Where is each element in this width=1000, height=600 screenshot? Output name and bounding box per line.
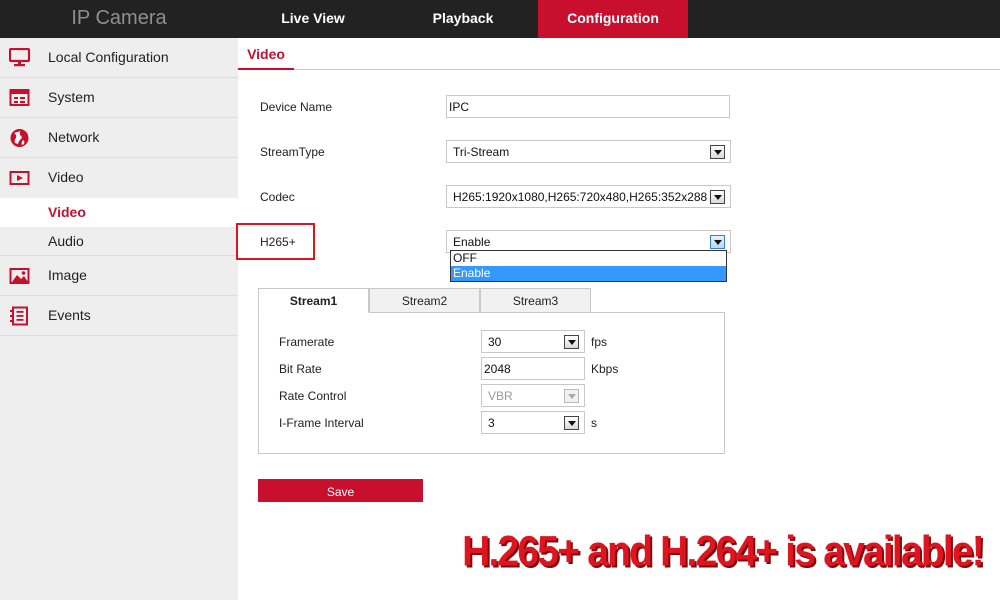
bit-rate-label: Bit Rate	[279, 362, 322, 376]
events-list-icon	[9, 306, 31, 326]
bit-rate-unit: Kbps	[591, 362, 619, 376]
iframe-interval-label: I-Frame Interval	[279, 416, 364, 430]
sidebar-item-local-configuration[interactable]: Local Configuration	[0, 38, 238, 78]
iframe-interval-select[interactable]: 3	[481, 411, 585, 434]
nav-tab-configuration[interactable]: Configuration	[538, 0, 688, 38]
sidebar: Local Configuration System Network Video…	[0, 38, 238, 600]
sidebar-item-label: Image	[48, 267, 87, 283]
sidebar-subitem-video[interactable]: Video	[0, 198, 238, 227]
sidebar-item-video[interactable]: Video	[0, 158, 238, 198]
h265plus-label: H265+	[260, 235, 296, 249]
sidebar-subitem-audio[interactable]: Audio	[0, 227, 238, 256]
chevron-down-icon[interactable]	[710, 145, 725, 159]
codec-value: H265:1920x1080,H265:720x480,H265:352x288	[453, 190, 708, 204]
nav-tab-live-view[interactable]: Live View	[238, 0, 388, 38]
framerate-value: 30	[488, 335, 502, 349]
device-name-input[interactable]	[446, 95, 730, 118]
dropdown-option-off[interactable]: OFF	[451, 251, 726, 266]
framerate-select[interactable]: 30	[481, 330, 585, 353]
dropdown-option-enable[interactable]: Enable	[451, 266, 726, 281]
promo-banner-text: H.265+ and H.264+ is available!	[462, 528, 985, 576]
chevron-down-icon[interactable]	[564, 335, 579, 349]
framerate-unit: fps	[591, 335, 608, 349]
chevron-down-icon[interactable]	[710, 235, 725, 249]
rate-control-label: Rate Control	[279, 389, 347, 403]
iframe-interval-value: 3	[488, 416, 495, 430]
sidebar-subitem-label: Audio	[48, 233, 84, 249]
save-button[interactable]: Save	[258, 479, 423, 502]
codec-label: Codec	[260, 190, 295, 204]
top-navigation-bar: IP Camera Live View Playback Configurati…	[0, 0, 1000, 38]
nav-tab-playback[interactable]: Playback	[388, 0, 538, 38]
codec-select[interactable]: H265:1920x1080,H265:720x480,H265:352x288	[446, 185, 731, 208]
rate-control-value: VBR	[488, 389, 513, 403]
video-camera-icon	[9, 168, 31, 188]
stream-type-select[interactable]: Tri-Stream	[446, 140, 731, 163]
system-window-icon	[9, 88, 31, 108]
sidebar-item-label: Local Configuration	[48, 49, 169, 65]
chevron-down-icon[interactable]	[564, 416, 579, 430]
stream-type-label: StreamType	[260, 145, 325, 159]
rate-control-select: VBR	[481, 384, 585, 407]
iframe-interval-unit: s	[591, 416, 597, 430]
globe-icon	[9, 128, 31, 148]
framerate-label: Framerate	[279, 335, 335, 349]
sidebar-subitem-label: Video	[48, 204, 86, 220]
tab-stream2[interactable]: Stream2	[369, 288, 480, 313]
chevron-down-icon	[564, 389, 579, 403]
sidebar-item-label: Video	[48, 169, 84, 185]
sidebar-item-system[interactable]: System	[0, 78, 238, 118]
chevron-down-icon[interactable]	[710, 190, 725, 204]
sidebar-item-network[interactable]: Network	[0, 118, 238, 158]
sidebar-item-label: System	[48, 89, 95, 105]
sidebar-item-image[interactable]: Image	[0, 256, 238, 296]
content-tab-bar: Video	[238, 38, 1000, 70]
h265plus-dropdown-list: OFF Enable	[450, 250, 727, 282]
monitor-icon	[8, 47, 31, 68]
tab-stream1[interactable]: Stream1	[258, 288, 369, 313]
brand-title: IP Camera	[71, 7, 167, 29]
sidebar-item-label: Network	[48, 129, 100, 145]
bit-rate-input[interactable]	[481, 357, 585, 380]
device-name-label: Device Name	[260, 100, 333, 114]
sidebar-item-label: Events	[48, 307, 91, 323]
tab-video[interactable]: Video	[238, 38, 294, 70]
image-icon	[9, 266, 31, 286]
stream-type-value: Tri-Stream	[453, 145, 510, 159]
sidebar-item-events[interactable]: Events	[0, 296, 238, 336]
tab-stream3[interactable]: Stream3	[480, 288, 591, 313]
